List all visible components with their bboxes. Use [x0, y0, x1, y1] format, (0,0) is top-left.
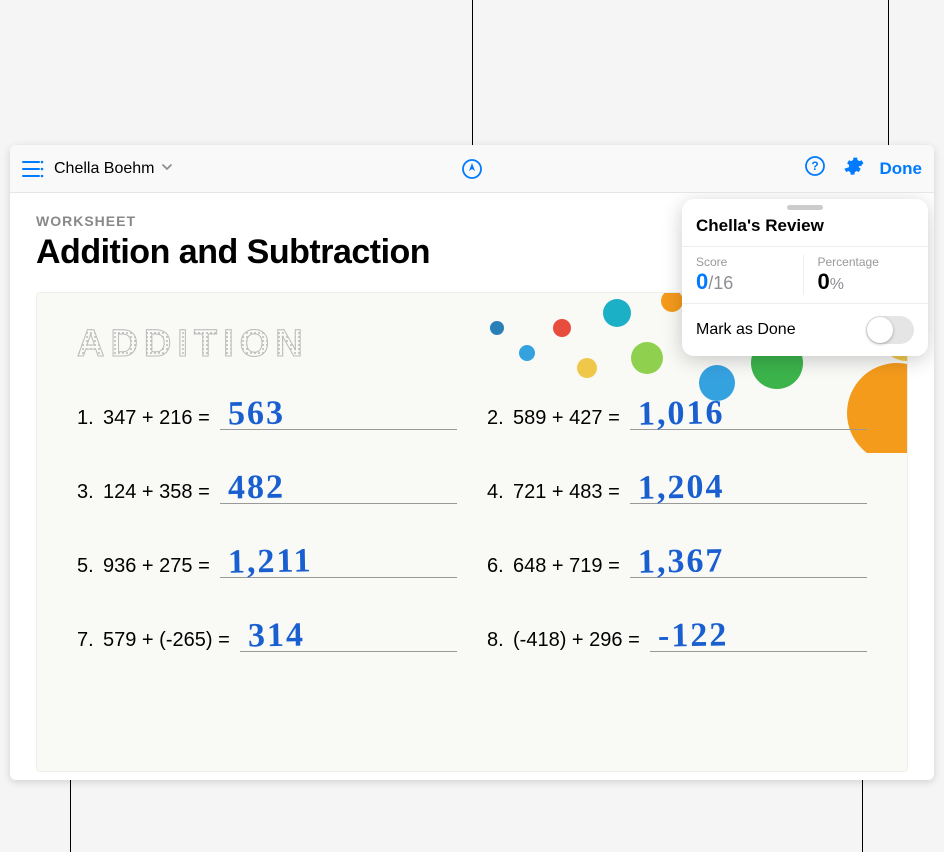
- answer-field[interactable]: -122: [650, 618, 867, 652]
- problem-expression: 648 + 719 =: [513, 555, 620, 578]
- percentage-label: Percentage: [818, 255, 915, 269]
- answer-field[interactable]: 1,211: [220, 544, 457, 578]
- chevron-down-icon: [161, 160, 173, 177]
- problem-item: 8.(-418) + 296 = -122: [487, 618, 867, 652]
- percentage-value: 0%: [818, 269, 915, 295]
- problem-number: 6.: [487, 555, 513, 578]
- handwritten-answer: 482: [227, 469, 285, 508]
- problem-number: 8.: [487, 629, 513, 652]
- handwritten-answer: 563: [227, 395, 285, 434]
- student-name-label: Chella Boehm: [54, 160, 155, 177]
- answer-field[interactable]: 1,367: [630, 544, 867, 578]
- answer-field[interactable]: 1,204: [630, 470, 867, 504]
- problem-expression: 124 + 358 =: [103, 481, 210, 504]
- score-stat[interactable]: Score 0/16: [696, 255, 804, 295]
- sidebar-toggle-icon[interactable]: [22, 160, 44, 178]
- problem-expression: 347 + 216 =: [103, 407, 210, 430]
- done-button[interactable]: Done: [880, 159, 923, 179]
- markup-tool-icon[interactable]: [461, 158, 483, 180]
- percentage-stat[interactable]: Percentage 0%: [804, 255, 915, 295]
- handwritten-answer: 1,016: [637, 394, 724, 434]
- problem-number: 2.: [487, 407, 513, 430]
- problem-expression: (-418) + 296 =: [513, 629, 640, 652]
- mark-done-label: Mark as Done: [696, 321, 796, 339]
- handwritten-answer: 1,204: [637, 468, 724, 508]
- toggle-knob: [867, 317, 893, 343]
- answer-field[interactable]: 482: [220, 470, 457, 504]
- toolbar-left: Chella Boehm: [22, 160, 173, 178]
- problem-item: 1.347 + 216 = 563: [77, 396, 457, 430]
- app-window: Chella Boehm ? Done WORKSHEET Addition a…: [10, 145, 934, 780]
- answer-field[interactable]: 314: [240, 618, 457, 652]
- problem-item: 7.579 + (-265) = 314: [77, 618, 457, 652]
- toolbar: Chella Boehm ? Done: [10, 145, 934, 193]
- problem-item: 5.936 + 275 = 1,211: [77, 544, 457, 578]
- handwritten-answer: 1,211: [227, 542, 312, 581]
- score-value: 0/16: [696, 269, 793, 295]
- handwritten-answer: 314: [247, 617, 305, 656]
- help-icon[interactable]: ?: [804, 155, 826, 182]
- answer-field[interactable]: 563: [220, 396, 457, 430]
- handwritten-answer: -122: [657, 616, 728, 655]
- answer-field[interactable]: 1,016: [630, 396, 867, 430]
- toolbar-right: ? Done: [804, 155, 923, 182]
- problem-number: 3.: [77, 481, 103, 504]
- problem-item: 4.721 + 483 = 1,204: [487, 470, 867, 504]
- callout-line-top-center: [472, 0, 473, 145]
- problem-item: 3.124 + 358 = 482: [77, 470, 457, 504]
- review-panel-title: Chella's Review: [682, 212, 928, 246]
- score-label: Score: [696, 255, 793, 269]
- review-stats: Score 0/16 Percentage 0%: [682, 246, 928, 304]
- mark-done-row: Mark as Done: [682, 304, 928, 356]
- panel-grabber[interactable]: [787, 205, 823, 210]
- problem-item: 6.648 + 719 = 1,367: [487, 544, 867, 578]
- problem-item: 2.589 + 427 = 1,016: [487, 396, 867, 430]
- problem-number: 4.: [487, 481, 513, 504]
- problem-expression: 721 + 483 =: [513, 481, 620, 504]
- student-selector[interactable]: Chella Boehm: [54, 160, 173, 178]
- gear-icon[interactable]: [842, 155, 864, 182]
- problem-number: 5.: [77, 555, 103, 578]
- problem-number: 1.: [77, 407, 103, 430]
- problem-expression: 589 + 427 =: [513, 407, 620, 430]
- content-area: WORKSHEET Addition and Subtraction ADDIT…: [10, 193, 934, 780]
- problem-number: 7.: [77, 629, 103, 652]
- problem-expression: 579 + (-265) =: [103, 629, 230, 652]
- problem-expression: 936 + 275 =: [103, 555, 210, 578]
- handwritten-answer: 1,367: [637, 542, 724, 582]
- svg-text:?: ?: [811, 159, 818, 173]
- worksheet-document[interactable]: ADDITION 1.347 + 216 =5632.589 + 427 =1,…: [36, 292, 908, 772]
- mark-done-toggle[interactable]: [866, 316, 914, 344]
- review-panel: Chella's Review Score 0/16 Percentage 0%…: [682, 199, 928, 356]
